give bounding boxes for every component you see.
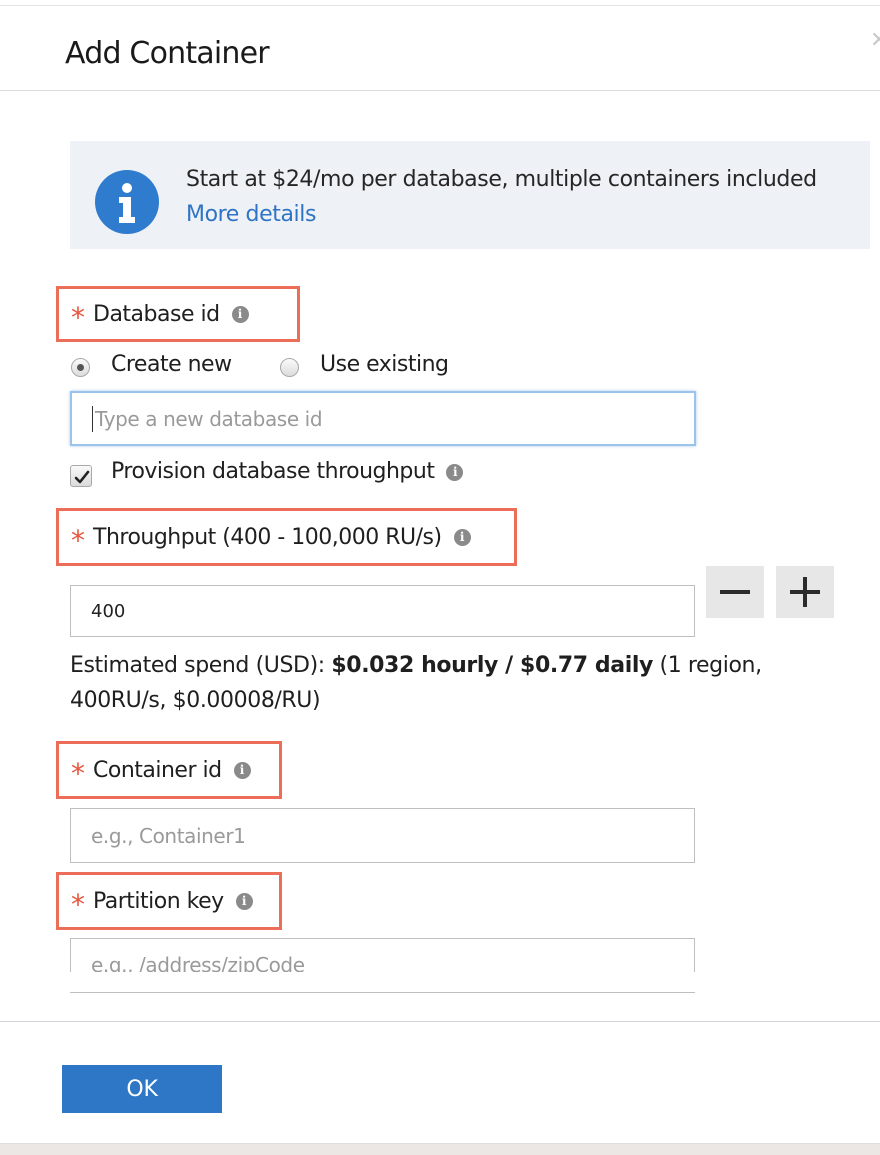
create-new-label[interactable]: Create new [111, 352, 232, 377]
container-id-input[interactable]: e.g., Container1 [70, 808, 695, 863]
use-existing-label[interactable]: Use existing [320, 352, 449, 377]
throughput-label-group: * Throughput (400 - 100,000 RU/s) i [56, 508, 517, 566]
required-asterisk: * [71, 888, 85, 921]
create-new-radio[interactable] [71, 358, 90, 377]
estimated-spend-text: Estimated spend (USD): $0.032 hourly / $… [70, 648, 850, 718]
bottom-edge [0, 1143, 880, 1155]
required-asterisk: * [71, 301, 85, 334]
scroll-clip [0, 972, 880, 992]
database-id-placeholder: Type a new database id [95, 406, 323, 431]
database-id-label: Database id [93, 301, 220, 327]
partition-key-label: Partition key [93, 888, 224, 914]
close-icon[interactable]: ✕ [870, 28, 880, 53]
throughput-input[interactable]: 400 [70, 585, 695, 637]
dialog-title: Add Container [65, 36, 270, 71]
ok-button[interactable]: OK [62, 1065, 222, 1113]
text-caret [92, 405, 93, 432]
required-asterisk: * [71, 757, 85, 790]
info-tooltip-icon[interactable]: i [235, 892, 253, 910]
spend-prefix: Estimated spend (USD): [70, 653, 332, 678]
provision-throughput-label[interactable]: Provision database throughput i [111, 459, 464, 484]
info-icon [95, 170, 159, 234]
increment-button[interactable] [776, 566, 834, 618]
decrement-button[interactable] [706, 566, 764, 618]
throughput-label: Throughput (400 - 100,000 RU/s) [93, 524, 442, 550]
plus-icon [790, 577, 820, 607]
container-id-label: Container id [93, 757, 222, 783]
checkmark-icon [74, 470, 90, 484]
use-existing-radio[interactable] [280, 358, 299, 377]
info-tooltip-icon[interactable]: i [446, 464, 464, 481]
required-asterisk: * [71, 524, 85, 557]
partition-key-label-group: * Partition key i [56, 872, 282, 930]
container-id-placeholder: e.g., Container1 [91, 823, 246, 848]
database-id-input[interactable]: Type a new database id [70, 391, 696, 446]
minus-icon [720, 590, 750, 594]
more-details-link[interactable]: More details [186, 202, 316, 227]
info-tooltip-icon[interactable]: i [453, 528, 471, 546]
info-tooltip-icon[interactable]: i [231, 305, 249, 323]
spend-amount: $0.032 hourly / $0.77 daily [331, 653, 653, 678]
footer-divider [0, 1021, 880, 1022]
top-divider [0, 5, 880, 6]
header-divider [0, 90, 880, 91]
info-text: Start at $24/mo per database, multiple c… [186, 167, 817, 192]
throughput-value: 400 [91, 600, 126, 622]
database-id-label-group: * Database id i [56, 286, 300, 342]
provision-throughput-text: Provision database throughput [111, 459, 435, 484]
container-id-label-group: * Container id i [56, 741, 282, 799]
info-tooltip-icon[interactable]: i [233, 761, 251, 779]
provision-throughput-checkbox[interactable] [70, 465, 92, 487]
info-banner: Start at $24/mo per database, multiple c… [70, 141, 870, 249]
